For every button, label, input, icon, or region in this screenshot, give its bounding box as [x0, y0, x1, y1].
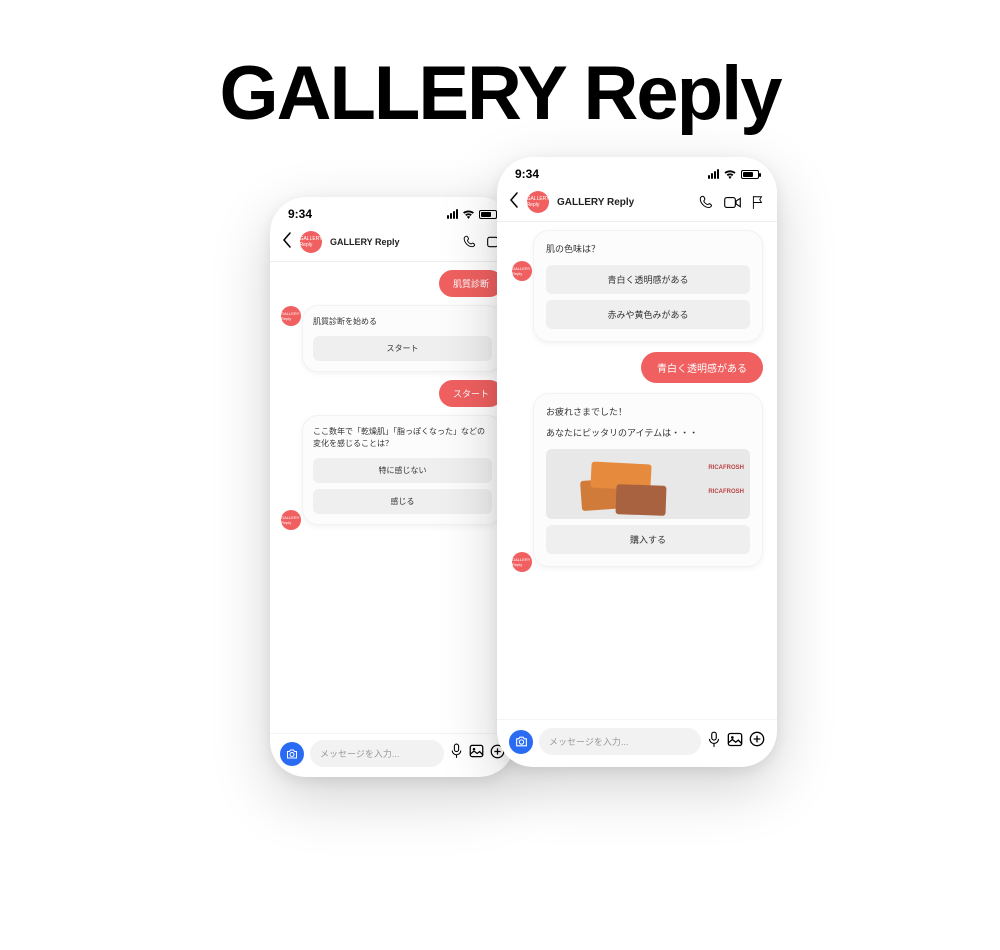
product-brand: RICAFROSH: [708, 465, 744, 471]
chat-body: GALLERY Reply 肌の色味は？ 青白く透明感がある 赤みや黄色みがある…: [497, 222, 777, 719]
product-image: RICAFROSH RICAFROSH: [546, 449, 750, 519]
bot-avatar: GALLERY Reply: [512, 261, 532, 281]
option-button[interactable]: 赤みや黄色みがある: [546, 300, 750, 329]
chat-title: GALLERY Reply: [330, 237, 455, 247]
phone-left: 9:34 GALLERY Reply GALLERY Reply 肌質診断 GA…: [270, 197, 515, 777]
header-avatar: GALLERY Reply: [300, 231, 322, 253]
photo-icon[interactable]: [469, 744, 484, 763]
mic-icon[interactable]: [450, 743, 463, 764]
chat-body: 肌質診断 GALLERY Reply 肌質診断を始める スタート スタート GA…: [270, 262, 515, 733]
chat-title: GALLERY Reply: [557, 197, 691, 208]
mic-icon[interactable]: [707, 731, 721, 753]
phone-right: 9:34 GALLERY Reply GALLERY Reply GALLERY…: [497, 157, 777, 767]
phone-icon[interactable]: [463, 235, 477, 249]
bot-card: GALLERY Reply お疲れさまでした！ あなたにピッタリのアイテムは・・…: [533, 393, 763, 567]
status-bar: 9:34: [497, 157, 777, 185]
bot-card: GALLERY Reply 肌質診断を始める スタート: [302, 305, 503, 372]
sent-message: 肌質診断: [439, 270, 503, 297]
photo-icon[interactable]: [727, 732, 743, 752]
bot-avatar: GALLERY Reply: [512, 552, 532, 572]
sent-message: 青白く透明感がある: [641, 352, 763, 383]
card-title: 肌の色味は？: [546, 243, 750, 257]
wifi-icon: [462, 209, 475, 219]
video-icon[interactable]: [724, 196, 741, 209]
chat-header: GALLERY Reply GALLERY Reply: [270, 225, 515, 262]
bot-card: GALLERY Reply ここ数年で「乾燥肌」「脂っぽくなった」などの変化を感…: [302, 415, 503, 525]
bot-card: GALLERY Reply 肌の色味は？ 青白く透明感がある 赤みや黄色みがある: [533, 230, 763, 342]
card-title: 肌質診断を始める: [313, 316, 492, 328]
signal-icon: [447, 209, 458, 219]
purchase-button[interactable]: 購入する: [546, 525, 750, 554]
back-icon[interactable]: [282, 232, 292, 253]
option-button[interactable]: スタート: [313, 336, 492, 361]
card-title-line1: お疲れさまでした！: [546, 406, 750, 420]
camera-icon[interactable]: [280, 742, 304, 766]
message-input[interactable]: メッセージを入力...: [310, 740, 444, 767]
status-time: 9:34: [515, 167, 539, 181]
sent-message: スタート: [439, 380, 503, 407]
bot-avatar: GALLERY Reply: [281, 306, 301, 326]
phone-icon[interactable]: [699, 195, 714, 210]
status-time: 9:34: [288, 207, 312, 221]
message-input[interactable]: メッセージを入力...: [539, 728, 701, 755]
camera-icon[interactable]: [509, 730, 533, 754]
card-title-line2: あなたにピッタリのアイテムは・・・: [546, 427, 750, 441]
input-bar: メッセージを入力...: [270, 733, 515, 777]
option-button[interactable]: 感じる: [313, 489, 492, 514]
flag-icon[interactable]: [751, 195, 765, 210]
signal-icon: [708, 169, 719, 179]
back-icon[interactable]: [509, 192, 519, 213]
header-avatar: GALLERY Reply: [527, 191, 549, 213]
phone-mockups: 9:34 GALLERY Reply GALLERY Reply 肌質診断 GA…: [0, 157, 1000, 877]
input-bar: メッセージを入力...: [497, 719, 777, 767]
wifi-icon: [723, 169, 737, 179]
chat-header: GALLERY Reply GALLERY Reply: [497, 185, 777, 222]
status-bar: 9:34: [270, 197, 515, 225]
battery-icon: [479, 210, 497, 219]
plus-icon[interactable]: [749, 731, 765, 752]
product-brand: RICAFROSH: [708, 489, 744, 495]
option-button[interactable]: 特に感じない: [313, 458, 492, 483]
bot-avatar: GALLERY Reply: [281, 510, 301, 530]
battery-icon: [741, 170, 759, 179]
page-title: GALLERY Reply: [0, 50, 1000, 137]
option-button[interactable]: 青白く透明感がある: [546, 265, 750, 294]
card-title: ここ数年で「乾燥肌」「脂っぽくなった」などの変化を感じることは？: [313, 426, 492, 450]
